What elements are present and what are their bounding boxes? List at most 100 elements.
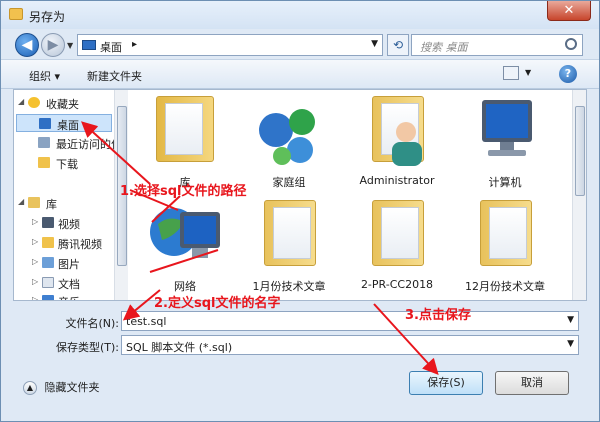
- forward-button[interactable]: ▶: [41, 33, 65, 57]
- filename-dropdown-icon[interactable]: ▼: [567, 315, 574, 325]
- file-list-scrollbar-thumb[interactable]: [575, 106, 585, 196]
- expand-arrow-icon[interactable]: ◢: [18, 97, 24, 106]
- filetype-select[interactable]: SQL 脚本文件 (*.sql) ▼: [121, 335, 579, 355]
- file-item-folder-pr-cc2018[interactable]: 2-PR-CC2018: [352, 196, 442, 294]
- file-item-network[interactable]: 网络: [140, 196, 230, 294]
- search-input[interactable]: 搜索 桌面: [420, 39, 468, 55]
- toolbar: 组织 ▾ 新建文件夹 ▼ ?: [1, 59, 599, 89]
- save-as-dialog: 另存为 ✕ ◀ ▶ ▼ 桌面 ▸ ▼ ⟲ 搜索 桌面 组织 ▾ 新建文件夹 ▼ …: [0, 0, 600, 422]
- save-button[interactable]: 保存(S): [409, 371, 483, 395]
- sidebar-item-label: 图片: [58, 258, 80, 271]
- filename-label: 文件名(N):: [65, 317, 119, 330]
- file-item-folder-december-articles[interactable]: 12月份技术文章: [460, 196, 550, 294]
- filename-input[interactable]: test.sql ▼: [121, 311, 579, 331]
- hide-folders-label[interactable]: 隐藏文件夹: [45, 381, 100, 394]
- sidebar-item-label: 下载: [56, 158, 78, 171]
- file-list-scrollbar[interactable]: [572, 90, 586, 300]
- desktop-icon: [39, 118, 51, 129]
- file-item-homegroup[interactable]: 家庭组: [244, 92, 334, 190]
- file-item-label: Administrator: [359, 174, 435, 187]
- sidebar-item-label: 最近访问的位: [56, 138, 114, 151]
- filename-value[interactable]: test.sql: [126, 315, 166, 328]
- recent-places-icon: [38, 137, 50, 148]
- collapse-arrow-icon[interactable]: ▷: [32, 257, 38, 266]
- sidebar-item-desktop[interactable]: 桌面: [16, 114, 112, 132]
- collapse-arrow-icon[interactable]: ▷: [32, 237, 38, 246]
- network-icon: [150, 208, 220, 258]
- new-folder-button[interactable]: 新建文件夹: [87, 68, 142, 84]
- pictures-icon: [42, 257, 54, 268]
- folder-icon: [372, 200, 424, 266]
- desktop-icon: [82, 40, 96, 50]
- documents-icon: [42, 277, 54, 288]
- navigation-sidebar: ◢ 收藏夹 桌面 最近访问的位 下载 ◢ 库 ▷: [14, 90, 128, 300]
- view-dropdown-icon[interactable]: ▼: [525, 68, 531, 77]
- computer-icon: [482, 100, 532, 156]
- sidebar-item-recent[interactable]: 最近访问的位: [14, 134, 114, 152]
- folder-icon: [264, 200, 316, 266]
- annotation-step3: 3.点击保存: [405, 308, 471, 323]
- navigation-bar: ◀ ▶ ▼ 桌面 ▸ ▼ ⟲ 搜索 桌面: [1, 29, 599, 59]
- sidebar-item-documents[interactable]: ▷ 文档: [14, 274, 114, 292]
- collapse-arrow-icon[interactable]: ▷: [32, 277, 38, 286]
- folder-icon: [42, 237, 54, 248]
- sidebar-item-music[interactable]: ▷ 音乐: [14, 292, 114, 300]
- sidebar-item-label: 视频: [58, 218, 80, 231]
- star-icon: [28, 97, 40, 108]
- sidebar-item-libraries[interactable]: ◢ 库: [14, 194, 114, 212]
- expand-arrow-icon[interactable]: ◢: [18, 197, 24, 206]
- file-item-computer[interactable]: 计算机: [460, 92, 550, 190]
- collapse-arrow-icon[interactable]: ▷: [32, 217, 38, 226]
- sidebar-item-label: 桌面: [57, 119, 79, 132]
- library-icon: [28, 197, 40, 208]
- file-item-folder-january-articles[interactable]: 1月份技术文章: [244, 196, 334, 294]
- view-icon[interactable]: [503, 66, 519, 80]
- search-box[interactable]: 搜索 桌面: [411, 34, 583, 56]
- filetype-value[interactable]: SQL 脚本文件 (*.sql): [126, 339, 232, 355]
- address-dropdown-icon[interactable]: ▼: [371, 39, 378, 49]
- file-item-libraries[interactable]: 库: [140, 92, 230, 190]
- breadcrumb-chevron-icon[interactable]: ▸: [132, 39, 137, 50]
- file-item-administrator[interactable]: Administrator: [352, 92, 442, 190]
- chevron-up-icon[interactable]: ▲: [23, 381, 37, 395]
- search-icon[interactable]: [565, 38, 577, 50]
- sidebar-item-label: 腾讯视频: [58, 238, 102, 251]
- address-bar[interactable]: 桌面 ▸ ▼: [77, 34, 383, 56]
- file-item-label: 12月份技术文章: [465, 280, 545, 293]
- filename-row: 文件名(N): test.sql ▼: [1, 311, 599, 333]
- folder-icon: [9, 8, 23, 20]
- back-button[interactable]: ◀: [15, 33, 39, 57]
- sidebar-item-label: 库: [46, 198, 57, 211]
- refresh-button[interactable]: ⟲: [387, 34, 409, 56]
- video-icon: [42, 217, 54, 228]
- filetype-dropdown-icon[interactable]: ▼: [567, 339, 574, 349]
- address-location[interactable]: 桌面: [100, 39, 122, 55]
- folder-icon: [480, 200, 532, 266]
- sidebar-item-label: 收藏夹: [46, 98, 79, 111]
- title-bar: 另存为 ✕: [1, 1, 599, 29]
- sidebar-item-tencent-video[interactable]: ▷ 腾讯视频: [14, 234, 114, 252]
- hide-folders-toggle[interactable]: ▲ 隐藏文件夹: [23, 379, 100, 395]
- annotation-step1: 1.选择sql文件的路径: [120, 184, 247, 199]
- user-avatar-icon: [392, 122, 422, 166]
- sidebar-item-label: 音乐: [58, 294, 80, 300]
- file-item-label: 计算机: [488, 176, 522, 189]
- organize-menu[interactable]: 组织 ▾: [29, 68, 60, 84]
- file-item-label: 家庭组: [272, 176, 306, 189]
- file-item-label: 2-PR-CC2018: [360, 278, 434, 291]
- history-dropdown-icon[interactable]: ▼: [67, 41, 73, 50]
- music-icon: [42, 295, 54, 300]
- sidebar-item-pictures[interactable]: ▷ 图片: [14, 254, 114, 272]
- sidebar-item-videos[interactable]: ▷ 视频: [14, 214, 114, 232]
- sidebar-item-favorites[interactable]: ◢ 收藏夹: [14, 94, 114, 112]
- browser-pane: ◢ 收藏夹 桌面 最近访问的位 下载 ◢ 库 ▷: [13, 89, 587, 301]
- collapse-arrow-icon[interactable]: ▷: [32, 295, 38, 300]
- filetype-row: 保存类型(T): SQL 脚本文件 (*.sql) ▼: [1, 335, 599, 357]
- window-title: 另存为: [29, 10, 66, 24]
- cancel-button[interactable]: 取消: [495, 371, 569, 395]
- sidebar-item-downloads[interactable]: 下载: [14, 154, 114, 172]
- help-icon[interactable]: ?: [559, 65, 577, 83]
- homegroup-icon: [259, 109, 315, 165]
- close-button[interactable]: ✕: [547, 1, 591, 21]
- annotation-step2: 2.定义sql文件的名字: [154, 296, 281, 311]
